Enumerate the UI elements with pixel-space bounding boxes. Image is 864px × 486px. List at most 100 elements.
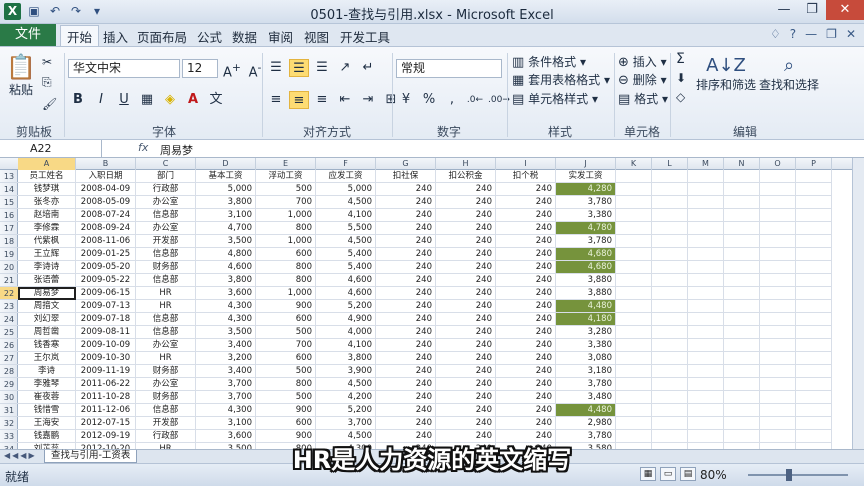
- empty-cell[interactable]: [688, 209, 724, 222]
- table-cell[interactable]: 240: [496, 404, 556, 417]
- empty-cell[interactable]: [724, 339, 760, 352]
- empty-cell[interactable]: [652, 404, 688, 417]
- table-cell[interactable]: 4,480: [556, 404, 616, 417]
- table-cell[interactable]: 240: [376, 326, 436, 339]
- table-cell[interactable]: 600: [256, 417, 316, 430]
- table-cell[interactable]: 240: [376, 378, 436, 391]
- table-cell[interactable]: 2008-09-24: [76, 222, 136, 235]
- font-name-box[interactable]: 华文中宋: [68, 59, 180, 78]
- empty-cell[interactable]: [724, 365, 760, 378]
- column-header-I[interactable]: I: [496, 158, 556, 170]
- table-cell[interactable]: 4,600: [196, 261, 256, 274]
- table-cell[interactable]: 240: [496, 261, 556, 274]
- align-center-icon[interactable]: ≡: [289, 91, 309, 109]
- table-cell[interactable]: 800: [256, 261, 316, 274]
- table-cell[interactable]: 5,200: [316, 404, 376, 417]
- conditional-format-button[interactable]: ▥ 条件格式 ▾: [512, 53, 586, 70]
- phonetic-icon[interactable]: 文: [206, 91, 226, 109]
- empty-cell[interactable]: [688, 339, 724, 352]
- row-header[interactable]: 32: [0, 417, 18, 430]
- table-cell[interactable]: 240: [376, 313, 436, 326]
- empty-cell[interactable]: [688, 404, 724, 417]
- empty-cell[interactable]: [796, 170, 832, 183]
- table-cell[interactable]: 3,380: [556, 209, 616, 222]
- empty-cell[interactable]: [616, 352, 652, 365]
- table-cell[interactable]: 240: [496, 417, 556, 430]
- font-color-icon[interactable]: A: [183, 91, 203, 109]
- delete-cells-button[interactable]: ⊖ 删除 ▾: [618, 71, 667, 88]
- table-cell[interactable]: 240: [496, 287, 556, 300]
- table-cell[interactable]: 3,500: [196, 235, 256, 248]
- table-cell[interactable]: 240: [376, 209, 436, 222]
- table-cell[interactable]: 4,780: [556, 222, 616, 235]
- empty-cell[interactable]: [724, 391, 760, 404]
- empty-cell[interactable]: [652, 235, 688, 248]
- empty-cell[interactable]: [616, 404, 652, 417]
- table-cell[interactable]: 5,400: [316, 248, 376, 261]
- empty-cell[interactable]: [652, 170, 688, 183]
- formula-input[interactable]: 周易梦: [160, 142, 193, 158]
- empty-cell[interactable]: [688, 300, 724, 313]
- row-header[interactable]: 14: [0, 183, 18, 196]
- empty-cell[interactable]: [760, 274, 796, 287]
- table-cell[interactable]: 4,900: [316, 313, 376, 326]
- table-cell[interactable]: 办公室: [136, 378, 196, 391]
- table-cell[interactable]: 周哲凿: [18, 326, 76, 339]
- empty-cell[interactable]: [616, 313, 652, 326]
- empty-cell[interactable]: [796, 313, 832, 326]
- empty-cell[interactable]: [616, 170, 652, 183]
- table-cell[interactable]: 3,880: [556, 274, 616, 287]
- table-cell[interactable]: 3,500: [196, 326, 256, 339]
- row-header[interactable]: 13: [0, 170, 18, 183]
- empty-cell[interactable]: [760, 196, 796, 209]
- empty-cell[interactable]: [796, 209, 832, 222]
- empty-cell[interactable]: [688, 170, 724, 183]
- table-cell[interactable]: 240: [436, 183, 496, 196]
- empty-cell[interactable]: [724, 404, 760, 417]
- empty-cell[interactable]: [760, 248, 796, 261]
- table-cell[interactable]: 信息部: [136, 326, 196, 339]
- table-cell[interactable]: 3,280: [556, 326, 616, 339]
- empty-cell[interactable]: [616, 378, 652, 391]
- table-cell[interactable]: 800: [256, 222, 316, 235]
- row-header[interactable]: 29: [0, 378, 18, 391]
- table-cell[interactable]: 2009-06-15: [76, 287, 136, 300]
- empty-cell[interactable]: [652, 222, 688, 235]
- empty-cell[interactable]: [724, 222, 760, 235]
- table-cell[interactable]: 4,800: [196, 248, 256, 261]
- close-icon[interactable]: ✕: [826, 0, 864, 20]
- empty-cell[interactable]: [760, 378, 796, 391]
- table-cell[interactable]: 240: [436, 287, 496, 300]
- underline-button[interactable]: U: [114, 91, 134, 109]
- table-cell[interactable]: 2009-01-25: [76, 248, 136, 261]
- paste-button[interactable]: 📋 粘贴: [6, 53, 36, 98]
- empty-cell[interactable]: [760, 404, 796, 417]
- table-cell[interactable]: 2011-10-28: [76, 391, 136, 404]
- insert-cells-button[interactable]: ⊕ 插入 ▾: [618, 53, 667, 70]
- empty-cell[interactable]: [796, 183, 832, 196]
- empty-cell[interactable]: [724, 417, 760, 430]
- empty-cell[interactable]: [760, 170, 796, 183]
- empty-cell[interactable]: [688, 417, 724, 430]
- empty-cell[interactable]: [724, 313, 760, 326]
- table-cell[interactable]: HR: [136, 352, 196, 365]
- table-cell[interactable]: 2012-07-15: [76, 417, 136, 430]
- empty-cell[interactable]: [724, 287, 760, 300]
- table-cell[interactable]: 240: [436, 404, 496, 417]
- table-cell[interactable]: 600: [256, 248, 316, 261]
- empty-cell[interactable]: [724, 183, 760, 196]
- empty-cell[interactable]: [724, 248, 760, 261]
- row-header[interactable]: 31: [0, 404, 18, 417]
- table-cell[interactable]: 2008-07-24: [76, 209, 136, 222]
- empty-cell[interactable]: [616, 391, 652, 404]
- table-cell[interactable]: 240: [496, 352, 556, 365]
- currency-icon[interactable]: ¥: [396, 91, 416, 109]
- row-header[interactable]: 19: [0, 248, 18, 261]
- table-cell[interactable]: 2011-06-22: [76, 378, 136, 391]
- empty-cell[interactable]: [652, 196, 688, 209]
- header-cell[interactable]: 扣个税: [496, 170, 556, 183]
- empty-cell[interactable]: [724, 352, 760, 365]
- empty-cell[interactable]: [724, 209, 760, 222]
- tab-developer[interactable]: 开发工具: [340, 27, 390, 46]
- table-cell[interactable]: 5,000: [196, 183, 256, 196]
